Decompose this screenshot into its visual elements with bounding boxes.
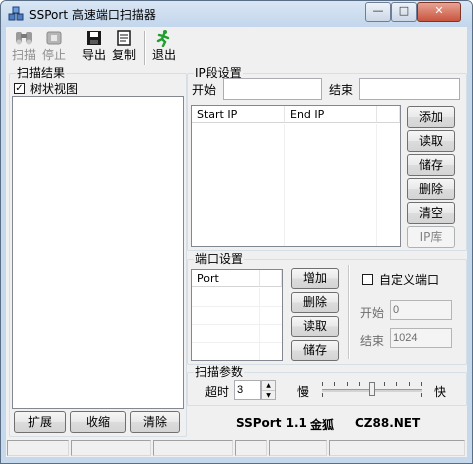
close-button[interactable]: ✕ xyxy=(417,2,461,22)
custom-start-label: 开始 xyxy=(360,306,385,320)
exit-button[interactable]: 退出 xyxy=(150,29,178,67)
ip-range-list[interactable]: Start IP End IP xyxy=(191,105,401,247)
slider-tick xyxy=(347,382,348,386)
ip-list-header-end[interactable]: End IP xyxy=(285,106,377,123)
window-title: SSPort 高速端口扫描器 xyxy=(29,8,156,22)
port-settings-title: 端口设置 xyxy=(194,252,245,266)
custom-start-port-input[interactable] xyxy=(390,300,452,320)
status-pane xyxy=(235,440,267,456)
timeout-input[interactable] xyxy=(234,380,261,400)
collapse-button[interactable]: 收缩 xyxy=(70,411,126,433)
custom-port-label: 自定义端口 xyxy=(379,273,440,287)
ip-list-gridline xyxy=(376,124,377,246)
stop-label: 停止 xyxy=(41,48,66,62)
document-icon xyxy=(117,30,131,46)
status-pane xyxy=(329,440,465,456)
results-tree[interactable] xyxy=(12,96,184,409)
custom-port-checkbox[interactable] xyxy=(362,274,373,285)
start-ip-input[interactable] xyxy=(223,78,322,100)
start-ip-label: 开始 xyxy=(192,83,217,97)
add-port-button[interactable]: 增加 xyxy=(291,268,339,289)
clear-results-button[interactable]: 清除 xyxy=(130,411,180,433)
port-list[interactable]: Port xyxy=(191,269,283,361)
port-list-header-filler xyxy=(260,270,282,287)
save-ip-button[interactable]: 储存 xyxy=(407,154,455,176)
slider-tick xyxy=(396,382,397,386)
port-list-gridline xyxy=(192,324,282,325)
slider-tick xyxy=(322,382,323,386)
client-area: 扫描 停止 导出 复制 退出 扫描结果 ✓ 树状视图 扩展 收缩 清除 IP段设… xyxy=(6,27,467,457)
status-pane xyxy=(71,440,151,456)
port-list-gridline xyxy=(192,342,282,343)
add-ip-button[interactable]: 添加 xyxy=(407,106,455,128)
slider-tick xyxy=(421,382,422,386)
scan-label: 扫描 xyxy=(11,48,36,62)
custom-end-port-input[interactable] xyxy=(390,328,452,348)
port-divider xyxy=(348,265,350,359)
scan-params-title: 扫描参数 xyxy=(194,365,245,379)
ip-list-header-start[interactable]: Start IP xyxy=(192,106,285,123)
tree-view-label: 树状视图 xyxy=(30,82,79,96)
running-man-icon xyxy=(156,30,170,47)
stop-button[interactable]: 停止 xyxy=(40,29,68,67)
ip-list-gridline xyxy=(284,124,285,246)
slider-tick xyxy=(359,382,360,386)
end-ip-label: 结束 xyxy=(329,83,354,97)
toolbar: 扫描 停止 导出 复制 退出 xyxy=(6,27,467,67)
copy-label: 复制 xyxy=(111,48,136,62)
author-text: 金狐 xyxy=(310,418,335,432)
site-text: CZ88.NET xyxy=(355,416,421,430)
copy-button[interactable]: 复制 xyxy=(110,29,138,67)
app-icon xyxy=(8,6,24,21)
timeout-spinner[interactable]: ▲ ▼ xyxy=(261,380,276,400)
ip-list-header-filler xyxy=(377,106,400,123)
spin-up-icon[interactable]: ▲ xyxy=(262,381,275,391)
delete-port-button[interactable]: 删除 xyxy=(291,292,339,313)
binoculars-icon xyxy=(16,32,32,45)
status-pane xyxy=(7,440,69,456)
expand-button[interactable]: 扩展 xyxy=(14,411,66,433)
port-list-gridline xyxy=(192,306,282,307)
end-ip-input[interactable] xyxy=(359,78,460,100)
stop-icon xyxy=(46,31,62,45)
export-label: 导出 xyxy=(81,48,106,62)
tree-view-checkbox[interactable]: ✓ xyxy=(14,83,25,94)
port-list-header[interactable]: Port xyxy=(192,270,260,287)
slider-tick xyxy=(384,382,385,386)
toolbar-separator xyxy=(144,31,146,65)
clear-ip-button[interactable]: 清空 xyxy=(407,202,455,224)
version-text: SSPort 1.1 xyxy=(236,416,307,430)
ip-database-button[interactable]: IP库 xyxy=(407,226,455,248)
app-window: SSPort 高速端口扫描器 — □ ✕ 扫描 停止 导出 复制 退出 扫描结果… xyxy=(0,0,473,464)
scan-button[interactable]: 扫描 xyxy=(10,29,38,67)
status-pane xyxy=(269,440,327,456)
timeout-label: 超时 xyxy=(205,385,230,399)
slider-tick xyxy=(409,382,410,386)
load-ip-button[interactable]: 读取 xyxy=(407,130,455,152)
slider-tick xyxy=(334,382,335,386)
status-pane xyxy=(153,440,233,456)
exit-label: 退出 xyxy=(151,48,176,62)
title-bar[interactable]: SSPort 高速端口扫描器 — □ ✕ xyxy=(1,1,472,27)
slider-tick xyxy=(421,393,422,397)
save-port-button[interactable]: 储存 xyxy=(291,340,339,361)
save-disk-icon xyxy=(87,31,101,45)
slider-tick xyxy=(322,393,323,397)
spin-down-icon[interactable]: ▼ xyxy=(262,391,275,400)
status-bar xyxy=(6,437,467,457)
delete-ip-button[interactable]: 删除 xyxy=(407,178,455,200)
speed-slow-label: 慢 xyxy=(297,385,310,399)
export-button[interactable]: 导出 xyxy=(80,29,108,67)
load-port-button[interactable]: 读取 xyxy=(291,316,339,337)
scan-results-title: 扫描结果 xyxy=(16,66,67,80)
maximize-button[interactable]: □ xyxy=(391,2,417,22)
speed-slider[interactable] xyxy=(322,379,422,399)
slider-thumb[interactable] xyxy=(369,382,375,396)
minimize-button[interactable]: — xyxy=(365,2,391,22)
custom-end-label: 结束 xyxy=(360,334,385,348)
speed-fast-label: 快 xyxy=(434,385,447,399)
